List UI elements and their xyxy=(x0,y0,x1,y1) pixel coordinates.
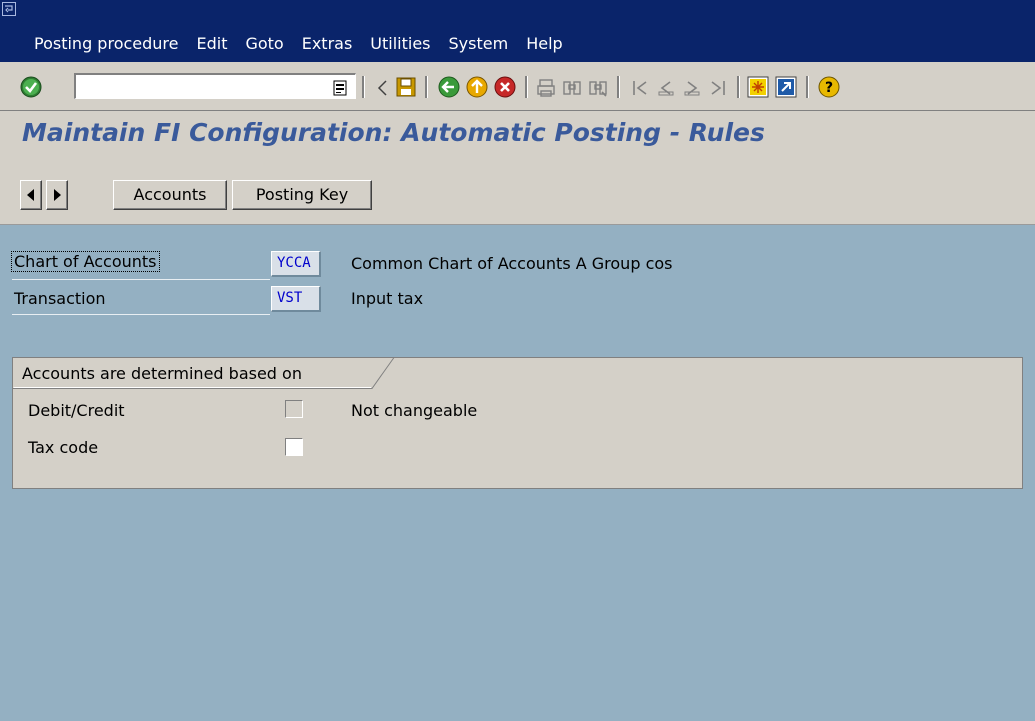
transaction-description: Input tax xyxy=(351,289,424,308)
toolbar-separator xyxy=(617,76,620,98)
exit-icon[interactable] xyxy=(466,76,488,98)
menu-edit[interactable]: Edit xyxy=(196,32,227,56)
chart-of-accounts-label: Chart of Accounts xyxy=(11,251,160,272)
posting-key-button-label: Posting Key xyxy=(255,185,349,204)
menu-posting-procedure[interactable]: Posting procedure xyxy=(34,32,178,56)
triangle-right-icon xyxy=(54,189,61,201)
menu-system[interactable]: System xyxy=(449,32,509,56)
toolbar-separator xyxy=(362,76,365,98)
previous-entry-button[interactable] xyxy=(20,180,42,210)
menu-utilities[interactable]: Utilities xyxy=(370,32,430,56)
find-icon[interactable] xyxy=(562,78,582,98)
label-underline xyxy=(12,279,270,280)
menu-bar: Posting procedure Edit Goto Extras Utili… xyxy=(0,0,1035,62)
next-page-icon[interactable] xyxy=(682,78,702,98)
shortcut-icon[interactable] xyxy=(775,76,797,98)
triangle-left-icon xyxy=(27,189,34,201)
print-icon[interactable] xyxy=(536,78,556,98)
menu-goto[interactable]: Goto xyxy=(245,32,283,56)
posting-key-button[interactable]: Posting Key xyxy=(232,180,372,210)
back-arrow-icon[interactable] xyxy=(376,79,388,97)
tax-code-label: Tax code xyxy=(28,438,99,457)
transaction-value[interactable]: VST xyxy=(271,286,321,312)
cancel-icon[interactable] xyxy=(494,76,516,98)
system-menu-icon[interactable] xyxy=(2,2,16,16)
chart-of-accounts-description: Common Chart of Accounts A Group cos xyxy=(351,254,673,273)
debit-credit-note: Not changeable xyxy=(351,401,478,420)
help-icon[interactable]: ? xyxy=(818,76,840,98)
command-history-icon[interactable] xyxy=(333,80,347,96)
command-field[interactable] xyxy=(74,73,356,99)
accounts-button[interactable]: Accounts xyxy=(113,180,227,210)
next-entry-button[interactable] xyxy=(46,180,68,210)
transaction-label: Transaction xyxy=(14,289,106,308)
find-next-icon[interactable] xyxy=(588,78,608,98)
page-title: Maintain FI Configuration: Automatic Pos… xyxy=(22,118,765,147)
enter-icon[interactable] xyxy=(20,76,42,98)
previous-page-icon[interactable] xyxy=(656,78,676,98)
chart-of-accounts-value[interactable]: YCCA xyxy=(271,251,321,277)
back-icon[interactable] xyxy=(438,76,460,98)
debit-credit-label: Debit/Credit xyxy=(28,401,125,420)
toolbar-separator xyxy=(525,76,528,98)
toolbar-separator xyxy=(806,76,809,98)
toolbar-separator xyxy=(737,76,740,98)
svg-text:?: ? xyxy=(825,80,833,96)
menu-help[interactable]: Help xyxy=(526,32,562,56)
last-page-icon[interactable] xyxy=(708,78,728,98)
first-page-icon[interactable] xyxy=(630,78,650,98)
accounts-button-label: Accounts xyxy=(133,185,207,204)
menu-extras[interactable]: Extras xyxy=(302,32,353,56)
group-title: Accounts are determined based on xyxy=(22,364,302,383)
label-underline xyxy=(12,314,270,315)
tax-code-checkbox[interactable] xyxy=(285,438,303,456)
toolbar-separator xyxy=(425,76,428,98)
create-session-icon[interactable] xyxy=(747,76,769,98)
debit-credit-checkbox xyxy=(285,400,303,418)
save-icon[interactable] xyxy=(395,76,417,98)
